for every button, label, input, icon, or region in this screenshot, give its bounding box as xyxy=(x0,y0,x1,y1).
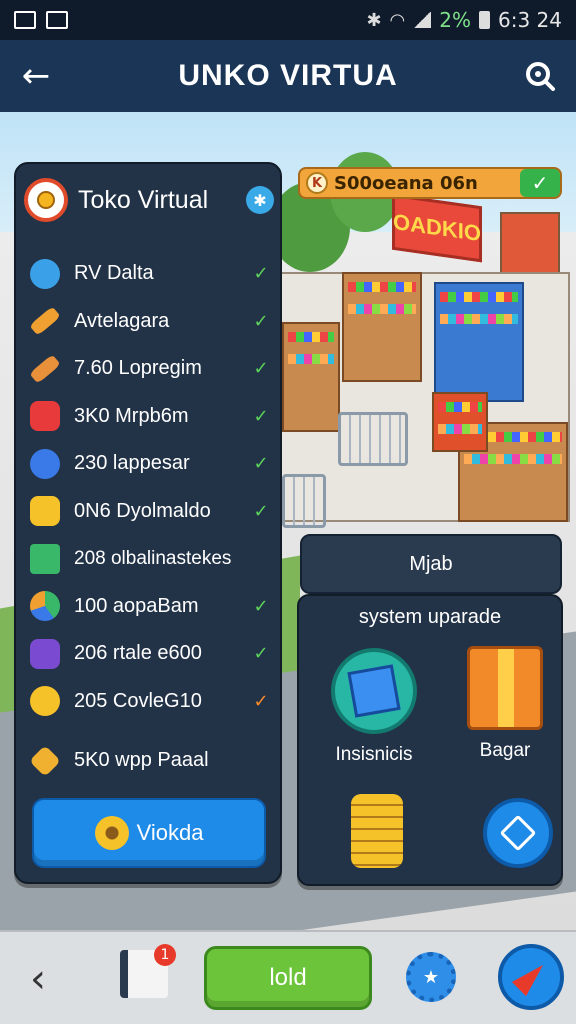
status-right: ✱ ◠ 2% 6:3 24 xyxy=(366,8,562,32)
upgrade-tile-label: Insisnicis xyxy=(335,744,413,765)
list-item[interactable]: 230 lappesar ✓ xyxy=(30,440,272,488)
coin-stack-icon xyxy=(30,686,60,717)
list-item[interactable]: RV Dalta ✓ xyxy=(30,250,272,298)
shelf xyxy=(434,282,524,402)
search-icon[interactable] xyxy=(524,60,556,92)
chevron-left-icon[interactable]: ‹ xyxy=(20,956,56,1002)
clock: 6:3 24 xyxy=(498,8,562,32)
list-item[interactable]: Avtelagara ✓ xyxy=(29,298,272,346)
list-item[interactable]: 100 aopaBam ✓ xyxy=(30,583,272,631)
page-title: UNKO VIRTUA xyxy=(178,59,398,92)
coin-stack-icon xyxy=(30,496,60,527)
mini-panel-label: Mjab xyxy=(409,552,453,575)
battery-percent: 2% xyxy=(439,8,471,32)
bluetooth-icon: ✱ xyxy=(366,9,382,31)
coin-stack-icon xyxy=(351,794,403,868)
status-notifications xyxy=(14,11,68,29)
item-label: 3K0 Mrpb6m xyxy=(74,404,189,427)
compass-icon[interactable] xyxy=(498,944,564,1010)
item-label: Avtelagara xyxy=(74,309,170,332)
bottom-nav-bar: ‹ 1 lold ★ xyxy=(0,930,576,1024)
battery-icon xyxy=(479,11,490,29)
wifi-icon: ◠ xyxy=(389,9,406,31)
list-item[interactable]: 208 olbalinastekes xyxy=(30,535,272,583)
action-tile[interactable] xyxy=(483,798,553,868)
list-item[interactable]: 205 CovleG10 ✓ xyxy=(30,678,272,726)
mini-panel[interactable]: Mjab xyxy=(300,534,562,594)
shopping-cart xyxy=(282,474,326,528)
check-icon: ✓ xyxy=(253,310,269,332)
check-icon: ✓ xyxy=(253,453,269,475)
list-item[interactable]: 7.60 Lopregim ✓ xyxy=(29,345,272,393)
upgrade-panel: system uparade Insisnicis Bagar xyxy=(297,594,563,886)
globe-icon xyxy=(30,258,60,289)
syringe-icon xyxy=(30,448,60,479)
item-label: 206 rtale e600 xyxy=(74,642,202,665)
signal-icon xyxy=(413,12,432,28)
check-icon: ✓ xyxy=(253,358,269,380)
check-icon: ✓ xyxy=(253,405,269,427)
check-icon: ✓ xyxy=(253,263,269,285)
box-icon xyxy=(331,648,417,734)
upgrade-tile[interactable]: Bagar xyxy=(467,646,543,762)
check-icon: ✓ xyxy=(253,595,269,617)
shelf xyxy=(342,272,422,382)
coin-bar: K S00oeana 06n ✓ xyxy=(298,167,562,199)
gear-icon[interactable]: ★ xyxy=(406,952,456,1002)
confirm-check-button[interactable]: ✓ xyxy=(520,169,560,197)
item-label: RV Dalta xyxy=(74,262,154,285)
store-panel-button[interactable]: Viokda xyxy=(32,798,266,868)
store-item-list: RV Dalta ✓ Avtelagara ✓ 7.60 Lopregim ✓ … xyxy=(29,250,272,785)
upgrade-panel-title: system uparade xyxy=(358,606,502,628)
ruler-icon xyxy=(29,353,61,384)
coin-bar-text: S00oeana 06n xyxy=(334,172,478,194)
coin-icon: K xyxy=(306,172,328,194)
store-panel-title: Toko Virtual xyxy=(78,185,209,214)
list-item[interactable]: 0N6 Dyolmaldo ✓ xyxy=(30,488,272,536)
item-label: 230 lappesar xyxy=(74,452,190,475)
spreadsheet-icon xyxy=(30,543,60,574)
chart-ring-icon xyxy=(30,591,60,622)
item-label: 208 olbalinastekes xyxy=(74,547,232,569)
item-label: 205 CovleG10 xyxy=(74,689,202,712)
flower-icon xyxy=(94,816,129,850)
check-icon: ✓ xyxy=(253,500,269,522)
item-label: 7.60 Lopregim xyxy=(74,357,202,380)
check-icon: ✓ xyxy=(253,690,269,712)
sim-icon xyxy=(14,11,36,29)
upgrade-tile-label: Bagar xyxy=(479,740,531,761)
cube-icon xyxy=(29,744,61,777)
item-label: 100 aopaBam xyxy=(74,594,199,617)
shopping-cart xyxy=(338,412,408,466)
store-logo-icon xyxy=(24,178,68,222)
app-header: ← UNKO VIRTUA xyxy=(0,40,576,112)
package-icon xyxy=(467,646,543,730)
status-bar: ✱ ◠ 2% 6:3 24 xyxy=(0,0,576,40)
tag-icon xyxy=(30,401,60,432)
ticket-icon xyxy=(30,638,60,669)
shop-sign: OADKIO xyxy=(392,193,482,263)
store-panel-button-label: Viokda xyxy=(136,820,204,845)
diamond-icon[interactable] xyxy=(483,798,553,868)
pencil-icon xyxy=(29,306,61,337)
item-label: 0N6 Dyolmaldo xyxy=(74,499,211,522)
list-item[interactable]: 3K0 Mrpb6m ✓ xyxy=(30,393,272,441)
shelf xyxy=(282,322,340,432)
notification-badge: 1 xyxy=(154,944,176,966)
coin-stack-tile[interactable] xyxy=(351,794,403,868)
check-icon: ✓ xyxy=(253,643,269,665)
shelf xyxy=(432,392,488,452)
main-action-button[interactable]: lold xyxy=(204,946,372,1010)
info-icon[interactable]: ✱ xyxy=(246,186,274,214)
image-icon xyxy=(46,11,68,29)
back-arrow-icon[interactable]: ← xyxy=(18,58,54,94)
list-item[interactable]: 5K0 wpp Paaal xyxy=(29,737,272,785)
item-label: 5K0 wpp Paaal xyxy=(74,749,209,772)
store-panel-header: Toko Virtual ✱ xyxy=(24,172,274,228)
store-panel: Toko Virtual ✱ RV Dalta ✓ Avtelagara ✓ 7… xyxy=(14,162,282,884)
list-item[interactable]: 206 rtale e600 ✓ xyxy=(30,630,272,678)
upgrade-tile[interactable]: Insisnicis xyxy=(331,648,417,766)
